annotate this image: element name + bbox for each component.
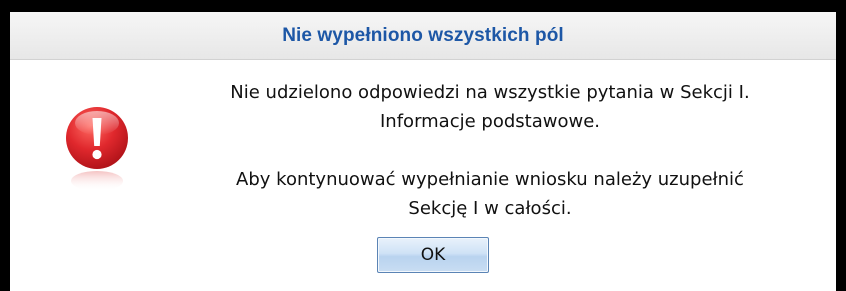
alert-dialog: Nie wypełniono wszystkich pól Nie udziel… xyxy=(10,12,836,291)
message-line: Informacje podstawowe. xyxy=(380,111,600,132)
dialog-message: Nie udzielono odpowiedzi na wszystkie py… xyxy=(140,78,840,223)
message-line: Aby kontynuować wypełnianie wniosku nale… xyxy=(236,169,744,190)
screenshot-frame: Nie wypełniono wszystkich pól Nie udziel… xyxy=(0,0,846,291)
message-line: Sekcję I w całości. xyxy=(408,198,572,219)
message-line: Nie udzielono odpowiedzi na wszystkie py… xyxy=(230,82,750,103)
ok-button[interactable]: OK xyxy=(377,237,489,273)
error-exclamation-icon xyxy=(64,105,130,205)
dialog-title: Nie wypełniono wszystkich pól xyxy=(282,24,564,46)
message-instruction: Aby kontynuować wypełnianie wniosku nale… xyxy=(140,165,840,223)
message-missing-answers: Nie udzielono odpowiedzi na wszystkie py… xyxy=(140,78,840,136)
dialog-titlebar: Nie wypełniono wszystkich pól xyxy=(10,12,836,60)
